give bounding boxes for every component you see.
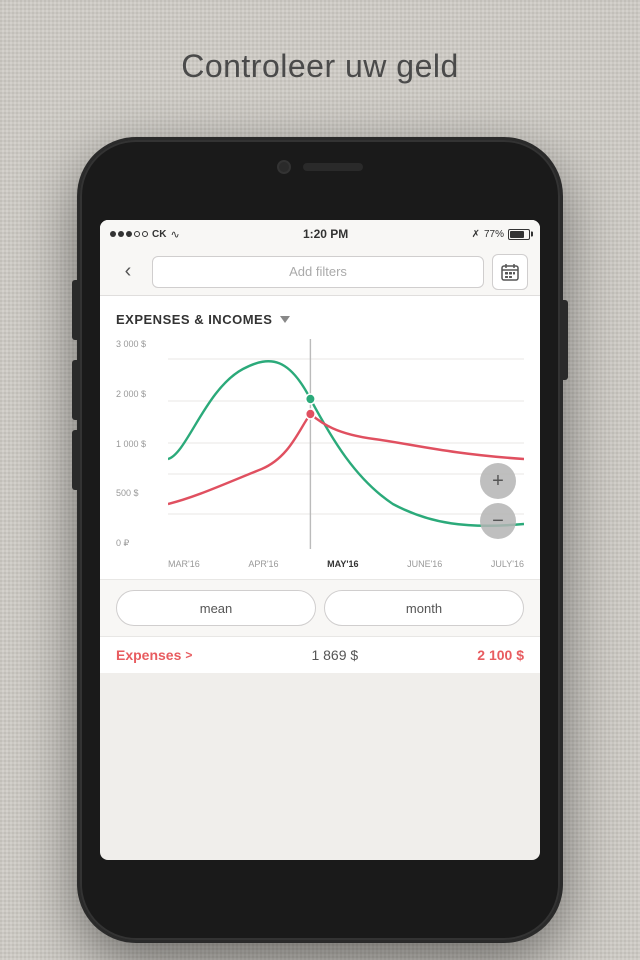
chart-area: 3 000 $ 2 000 $ 1 000 $ 500 $ 0 ₽ <box>116 339 524 579</box>
battery-indicator <box>508 229 530 240</box>
chart-header: EXPENSES & INCOMES <box>116 312 524 327</box>
main-content: EXPENSES & INCOMES 3 000 $ 2 000 $ 1 000… <box>100 296 540 579</box>
dropdown-arrow-icon[interactable] <box>280 316 290 323</box>
y-label-500: 500 $ <box>116 488 168 498</box>
signal-dot-4 <box>134 231 140 237</box>
battery-percent: 77% <box>484 229 504 240</box>
x-axis: MAR'16 APR'16 MAY'16 JUNE'16 JULY'16 <box>168 549 524 579</box>
wifi-icon: ∿ <box>170 228 179 241</box>
chart-title: EXPENSES & INCOMES <box>116 312 272 327</box>
signal-dot-2 <box>118 231 124 237</box>
y-label-2000: 2 000 $ <box>116 389 168 399</box>
expenses-text: Expenses <box>116 647 181 663</box>
y-label-1000: 1 000 $ <box>116 439 168 449</box>
status-bar: CK ∿ 1:20 PM ✗ 77% <box>100 220 540 248</box>
month-button[interactable]: month <box>324 590 524 626</box>
back-button[interactable]: ‹ <box>112 256 144 288</box>
x-label-mar: MAR'16 <box>168 559 200 569</box>
expenses-month-value: 2 100 $ <box>477 647 524 663</box>
mean-button[interactable]: mean <box>116 590 316 626</box>
x-label-july: JULY'16 <box>491 559 524 569</box>
expenses-label[interactable]: Expenses > <box>116 647 192 663</box>
app-title: Controleer uw geld <box>0 48 640 85</box>
y-axis: 3 000 $ 2 000 $ 1 000 $ 500 $ 0 ₽ <box>116 339 168 549</box>
status-time: 1:20 PM <box>303 227 348 241</box>
speaker <box>303 163 363 171</box>
zoom-buttons: + − <box>480 463 516 539</box>
expenses-chevron-icon: > <box>185 648 192 662</box>
chart-svg <box>168 339 524 549</box>
bluetooth-icon: ✗ <box>472 229 480 240</box>
calendar-button[interactable] <box>492 254 528 290</box>
zoom-in-button[interactable]: + <box>480 463 516 499</box>
phone-top <box>277 160 363 174</box>
bottom-buttons: mean month <box>100 579 540 636</box>
status-left: CK ∿ <box>110 228 180 241</box>
calendar-icon <box>500 262 520 282</box>
phone-screen: CK ∿ 1:20 PM ✗ 77% ‹ Add filters <box>100 220 540 860</box>
expenses-mean-value: 1 869 $ <box>311 647 358 663</box>
signal-dots <box>110 231 148 237</box>
filter-input[interactable]: Add filters <box>152 256 484 288</box>
signal-dot-5 <box>142 231 148 237</box>
status-right: ✗ 77% <box>472 229 530 240</box>
x-label-june: JUNE'16 <box>407 559 442 569</box>
signal-dot-3 <box>126 231 132 237</box>
y-label-3000: 3 000 $ <box>116 339 168 349</box>
camera <box>277 160 291 174</box>
expenses-row: Expenses > 1 869 $ 2 100 $ <box>100 636 540 673</box>
nav-bar: ‹ Add filters <box>100 248 540 296</box>
filter-placeholder: Add filters <box>289 264 347 279</box>
carrier-label: CK <box>152 229 166 240</box>
y-label-0: 0 ₽ <box>116 538 168 549</box>
battery-fill <box>510 231 524 238</box>
phone-frame: CK ∿ 1:20 PM ✗ 77% ‹ Add filters <box>80 140 560 940</box>
chart-svg-container <box>168 339 524 549</box>
x-label-may: MAY'16 <box>327 559 358 569</box>
signal-dot-1 <box>110 231 116 237</box>
x-label-apr: APR'16 <box>248 559 278 569</box>
zoom-out-button[interactable]: − <box>480 503 516 539</box>
